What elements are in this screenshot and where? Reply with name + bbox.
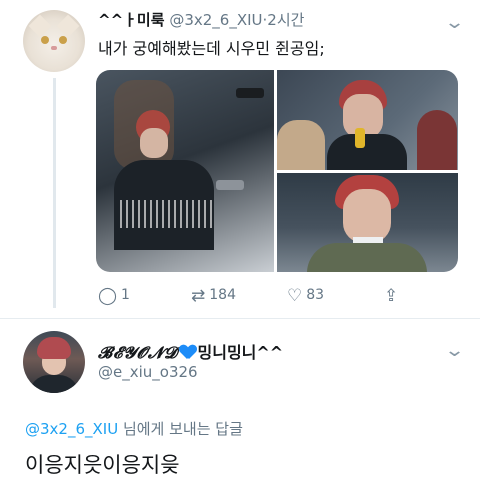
reply-icon: ◯ [98, 286, 118, 306]
reply-to-link[interactable]: @3x2_6_XIU [25, 420, 118, 438]
media-grid[interactable] [96, 70, 458, 272]
cat-eye [41, 36, 49, 44]
avatar-body [29, 375, 79, 393]
chevron-down-icon[interactable]: ⌄ [444, 12, 465, 33]
tweet-header: ^^ㅏ미룩 @3x2_6_XIU·2시간 [98, 9, 304, 30]
reply-author-name[interactable]: 𝓑𝓔𝓨𝓞𝓝𝓓 밍니밍니^^ [98, 339, 283, 363]
reply-count: 1 [121, 287, 130, 303]
share-icon: ⇪ [384, 286, 399, 306]
cat-ear [56, 14, 80, 38]
share-action[interactable]: ⇪ [384, 286, 402, 306]
avatar-hair [37, 337, 71, 359]
media-photo-3[interactable] [277, 173, 458, 272]
chevron-down-icon[interactable]: ⌄ [444, 340, 465, 361]
author-handle[interactable]: @3x2_6_XIU [169, 11, 262, 29]
avatar[interactable] [23, 331, 85, 393]
tweet-text: 내가 궁예해봤는데 시우민 쥔공임; [98, 39, 325, 58]
like-icon: ♡ [287, 286, 303, 306]
display-name-fancy: 𝓑𝓔𝓨𝓞𝓝𝓓 [98, 343, 178, 362]
reply-text: 이응지읏이응지읒 [25, 453, 180, 477]
avatar[interactable] [23, 10, 85, 72]
cat-ear [28, 14, 52, 38]
reply-author-handle[interactable]: @e_xiu_o326 [98, 363, 198, 381]
media-photo-2[interactable] [277, 70, 458, 170]
reply-action[interactable]: ◯ 1 [98, 286, 130, 306]
retweet-icon: ⇄ [191, 286, 206, 306]
thread-line [53, 78, 56, 308]
like-count: 83 [306, 287, 325, 303]
reply-to-suffix: 님에게 보내는 답글 [118, 420, 243, 438]
media-photo-1[interactable] [96, 70, 274, 272]
cat-eye [59, 36, 67, 44]
timestamp[interactable]: 2시간 [267, 11, 304, 29]
author-name[interactable]: ^^ㅏ미룩 [98, 11, 165, 29]
like-action[interactable]: ♡ 83 [287, 286, 324, 306]
retweet-count: 184 [209, 287, 236, 303]
display-name-suffix: 밍니밍니^^ [197, 343, 284, 362]
blue-heart-icon [180, 345, 196, 360]
replying-to: @3x2_6_XIU 님에게 보내는 답글 [25, 418, 243, 439]
cat-nose [51, 46, 57, 50]
retweet-action[interactable]: ⇄ 184 [191, 286, 236, 306]
divider [0, 318, 480, 319]
